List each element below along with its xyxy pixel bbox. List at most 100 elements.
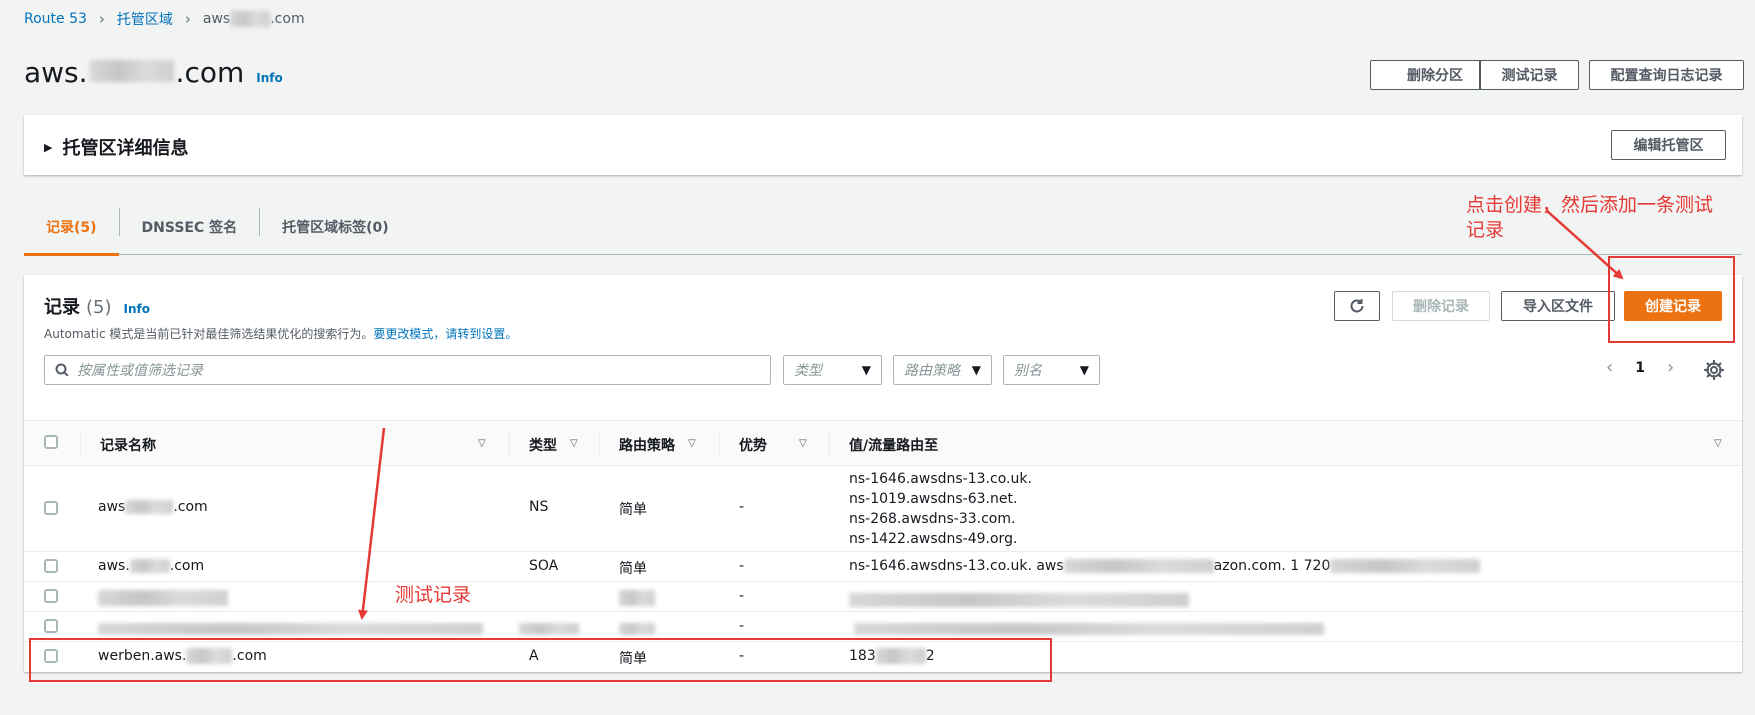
breadcrumb-current-suffix: .com — [270, 11, 305, 27]
chevron-right-icon: › — [184, 10, 191, 28]
column-header-value[interactable]: 值/流量路由至 — [849, 435, 938, 455]
record-value-prefix: 183 — [849, 648, 876, 664]
chevron-right-icon: › — [98, 10, 105, 28]
delete-record-button[interactable]: 删除记录 — [1392, 291, 1490, 321]
record-routing — [619, 621, 655, 637]
routing-policy-filter-select[interactable]: 路由策略 ▼ — [893, 355, 992, 385]
table-row[interactable]: - — [24, 612, 1742, 642]
record-value-line: ns-268.awsdns-33.com. — [849, 511, 1016, 527]
row-checkbox[interactable] — [44, 589, 58, 603]
record-value — [854, 621, 1324, 637]
page-number[interactable]: 1 — [1635, 360, 1645, 376]
table-row[interactable]: werben.aws. .com A 简单 - 183 2 — [24, 642, 1742, 672]
page-title: aws. .com Info — [24, 56, 283, 89]
tab-records[interactable]: 记录(5) — [24, 205, 119, 256]
sort-caret-icon[interactable]: ▽ — [478, 438, 486, 449]
record-value-prefix: ns-1646.awsdns-13.co.uk. aws — [849, 558, 1064, 574]
record-value: 183 2 — [849, 648, 935, 664]
caret-right-icon: ▶ — [44, 140, 53, 154]
record-value — [849, 592, 1189, 608]
alias-filter-placeholder: 别名 — [1014, 363, 1042, 379]
breadcrumb-hosted-zones-link[interactable]: 托管区域 — [117, 9, 173, 29]
alias-filter-select[interactable]: 别名 ▼ — [1003, 355, 1100, 385]
column-divider — [829, 431, 830, 457]
test-record-button[interactable]: 测试记录 — [1480, 60, 1579, 90]
hosted-zone-details-title: 托管区详细信息 — [62, 138, 189, 159]
column-header-routing-policy[interactable]: 路由策略 — [619, 435, 675, 455]
redacted-mask — [230, 11, 271, 27]
pagination: ‹ 1 › — [1606, 357, 1674, 378]
search-box — [44, 355, 771, 385]
column-divider — [509, 431, 510, 457]
record-advantage: - — [739, 558, 745, 574]
record-advantage: - — [739, 618, 745, 634]
refresh-icon — [1350, 299, 1364, 313]
record-name: aws. .com — [98, 558, 204, 574]
record-name-suffix: .com — [173, 499, 208, 515]
sort-caret-icon[interactable]: ▽ — [799, 438, 807, 449]
record-advantage: - — [739, 648, 745, 664]
caret-down-icon: ▼ — [971, 363, 981, 377]
sort-caret-icon[interactable]: ▽ — [1714, 438, 1722, 449]
select-all-checkbox[interactable] — [44, 435, 58, 449]
import-zone-file-button[interactable]: 导入区文件 — [1501, 291, 1615, 321]
create-record-button[interactable]: 创建记录 — [1624, 291, 1722, 321]
redacted-mask — [875, 648, 926, 664]
row-checkbox[interactable] — [44, 501, 58, 515]
record-advantage: - — [739, 499, 745, 515]
redacted-mask — [854, 623, 1324, 635]
chevron-left-icon[interactable]: ‹ — [1606, 357, 1613, 378]
record-value-suffix: 2 — [925, 648, 935, 664]
record-advantage: - — [739, 588, 745, 604]
records-info-link[interactable]: Info — [124, 302, 150, 316]
column-divider — [80, 431, 81, 457]
record-name-suffix: .com — [232, 648, 267, 664]
refresh-button[interactable] — [1334, 291, 1380, 321]
redacted-mask — [186, 648, 233, 664]
record-value-mid: azon.com. 1 720 — [1213, 558, 1331, 574]
tab-dnssec[interactable]: DNSSEC 签名 — [120, 205, 260, 255]
page-title-suffix: .com — [175, 56, 245, 89]
record-name — [98, 590, 228, 606]
row-checkbox[interactable] — [44, 559, 58, 573]
column-header-record-name[interactable]: 记录名称 — [100, 435, 156, 455]
redacted-mask — [89, 60, 174, 82]
records-description-text: Automatic 模式是当前已针对最佳筛选结果优化的搜索行为。 — [44, 327, 374, 341]
breadcrumb-route53-link[interactable]: Route 53 — [24, 11, 87, 27]
table-row[interactable]: - — [24, 582, 1742, 612]
search-input[interactable] — [77, 362, 717, 378]
redacted-mask — [98, 590, 228, 606]
record-type — [519, 621, 579, 637]
hosted-zone-details-toggle[interactable]: ▶ 托管区详细信息 — [44, 134, 188, 160]
table-row[interactable]: aws. .com SOA 简单 - ns-1646.awsdns-13.co.u… — [24, 552, 1742, 582]
redacted-mask — [98, 623, 483, 635]
column-header-advantage[interactable]: 优势 — [739, 435, 767, 455]
type-filter-select[interactable]: 类型 ▼ — [783, 355, 882, 385]
record-routing — [619, 590, 655, 606]
configure-query-logging-button[interactable]: 配置查询日志记录 — [1589, 60, 1744, 90]
record-name-suffix: .com — [169, 558, 205, 574]
gear-icon[interactable] — [1703, 359, 1725, 381]
tab-zone-tags[interactable]: 托管区域标签(0) — [260, 205, 411, 255]
redacted-mask — [619, 623, 655, 635]
row-checkbox[interactable] — [44, 649, 58, 663]
info-link[interactable]: Info — [256, 71, 282, 85]
breadcrumb-current: aws .com — [203, 11, 305, 27]
hosted-zone-details-panel: ▶ 托管区详细信息 编辑托管区 — [24, 115, 1742, 175]
column-divider — [719, 431, 720, 457]
table-row[interactable]: aws .com NS 简单 - ns-1646.awsdns-13.co.uk.… — [24, 466, 1742, 552]
table-header: 记录名称 ▽ 类型 ▽ 路由策略 ▽ 优势 ▽ 值/流量路由至 ▽ — [24, 420, 1742, 466]
redacted-mask — [1330, 559, 1481, 573]
edit-hosted-zone-button[interactable]: 编辑托管区 — [1611, 130, 1726, 160]
sort-caret-icon[interactable]: ▽ — [688, 438, 696, 449]
column-header-type[interactable]: 类型 — [529, 435, 557, 455]
record-value-line: ns-1422.awsdns-49.org. — [849, 531, 1018, 547]
record-routing: 简单 — [619, 561, 647, 577]
sort-caret-icon[interactable]: ▽ — [570, 438, 578, 449]
type-filter-placeholder: 类型 — [794, 363, 822, 379]
chevron-right-icon[interactable]: › — [1667, 357, 1674, 378]
routing-filter-placeholder: 路由策略 — [904, 363, 960, 379]
row-checkbox[interactable] — [44, 619, 58, 633]
records-count: (5) — [86, 297, 112, 318]
change-mode-link[interactable]: 要更改模式，请转到设置。 — [373, 327, 517, 341]
